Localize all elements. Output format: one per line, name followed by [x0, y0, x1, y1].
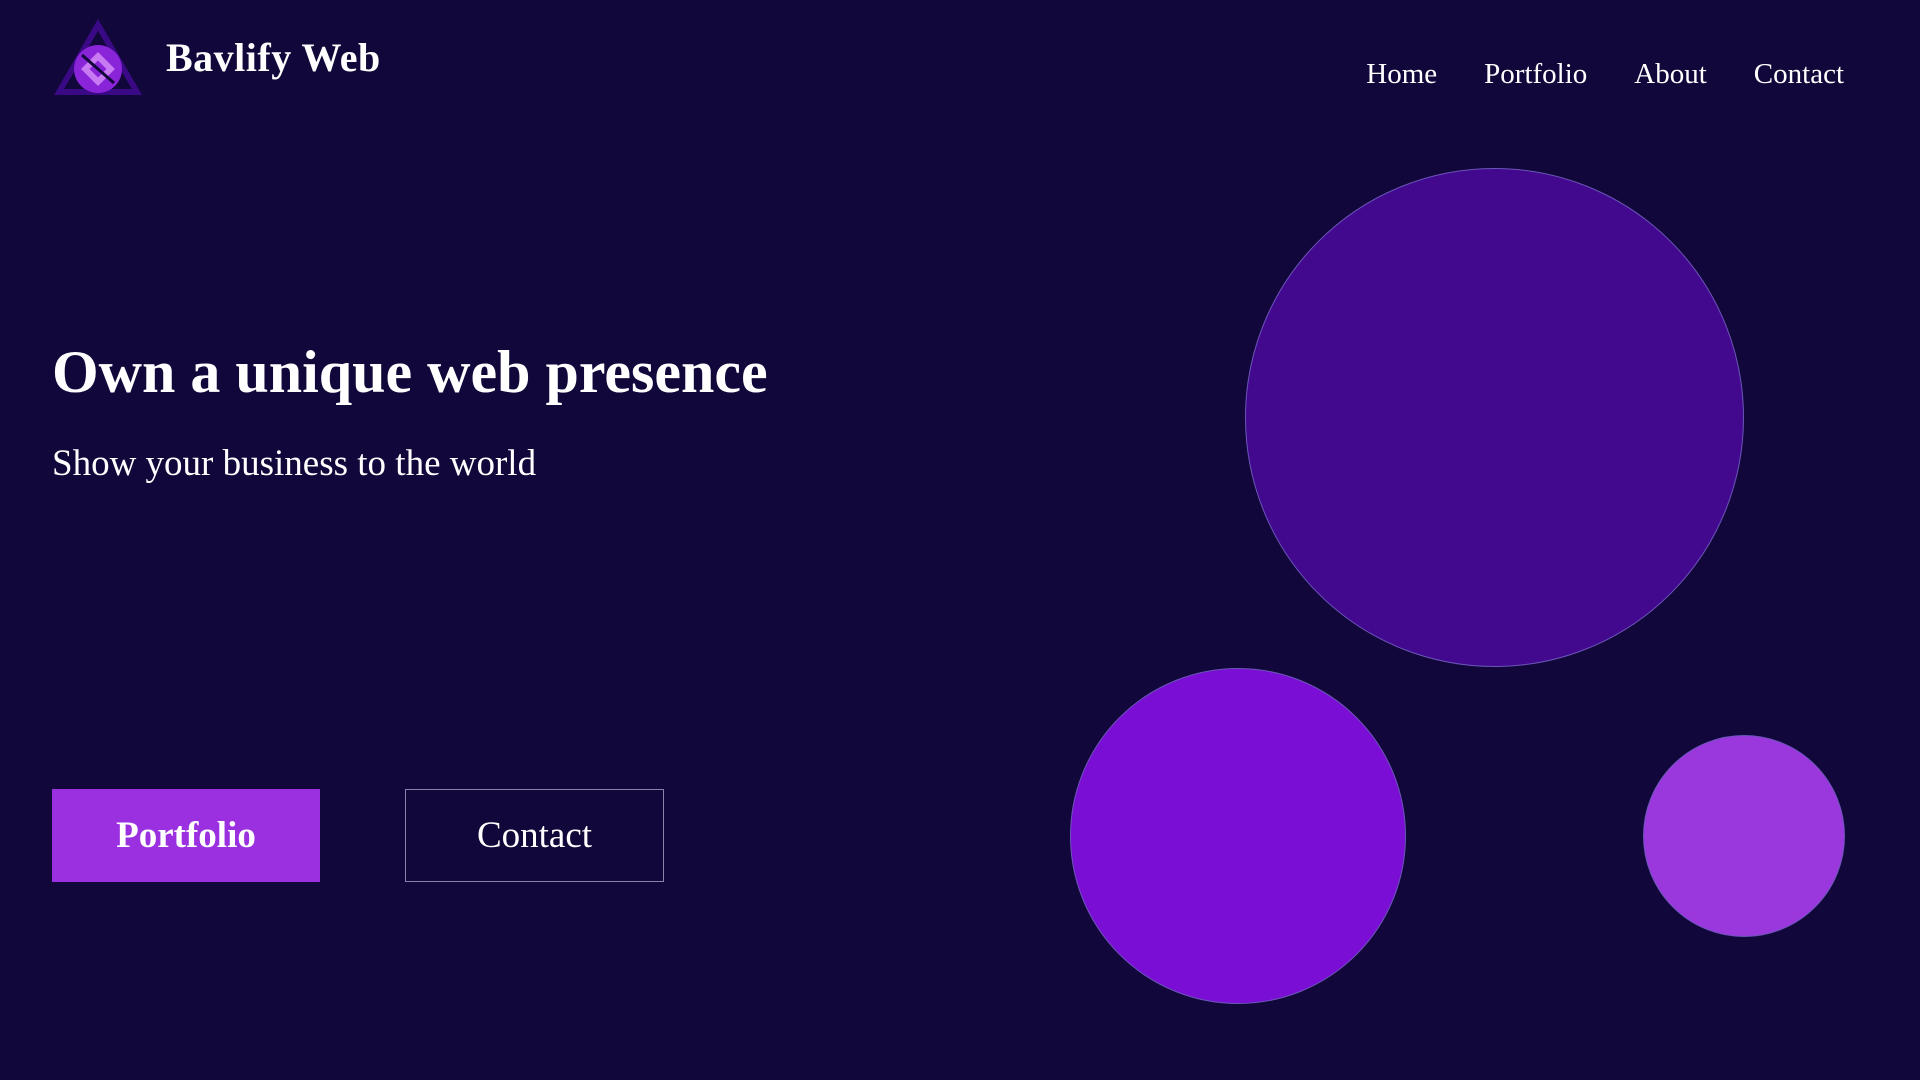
decorative-circle-medium — [1070, 668, 1406, 1004]
hero-subtitle: Show your business to the world — [52, 443, 537, 484]
logo[interactable]: Bavlify Web — [52, 17, 381, 97]
logo-icon — [52, 17, 144, 97]
contact-button[interactable]: Contact — [405, 789, 664, 882]
nav-item-portfolio[interactable]: Portfolio — [1484, 58, 1587, 91]
landing-page: Bavlify Web Home Portfolio About Contact… — [0, 0, 1920, 1080]
portfolio-button[interactable]: Portfolio — [52, 789, 320, 882]
nav-item-home[interactable]: Home — [1366, 58, 1437, 91]
decorative-circle-large — [1245, 168, 1744, 667]
nav-item-contact[interactable]: Contact — [1754, 58, 1844, 91]
hero-title: Own a unique web presence — [52, 339, 768, 405]
brand-name: Bavlify Web — [166, 34, 381, 80]
decorative-circle-small — [1643, 735, 1845, 937]
nav-item-about[interactable]: About — [1634, 58, 1707, 91]
main-nav: Home Portfolio About Contact — [1366, 58, 1844, 91]
